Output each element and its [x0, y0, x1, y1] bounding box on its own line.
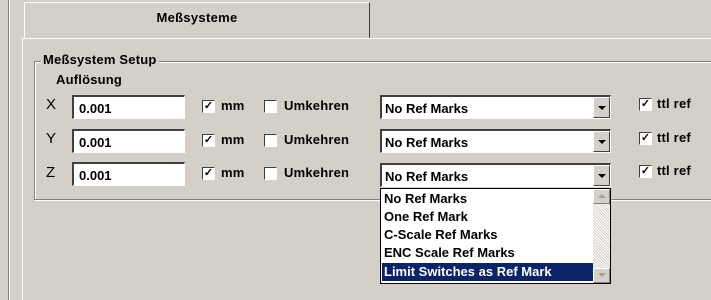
window-edge — [8, 0, 10, 300]
axis-label-x: X — [46, 96, 57, 113]
ttl-label-z: ttl ref — [657, 163, 691, 178]
ref-mode-dropdown-list[interactable]: No Ref Marks One Ref Mark C-Scale Ref Ma… — [380, 188, 611, 284]
mm-checkbox-x[interactable]: ✓ — [202, 100, 215, 113]
ref-mode-value-y: No Ref Marks — [385, 135, 469, 150]
mm-label-z: mm — [221, 165, 245, 180]
invert-label-x: Umkehren — [284, 98, 350, 113]
resolution-input-x[interactable]: 0.001 — [72, 95, 185, 119]
tab-strip — [370, 0, 711, 38]
dropdown-option[interactable]: No Ref Marks — [382, 190, 593, 208]
tab-messsysteme[interactable]: Meßsysteme — [24, 2, 370, 38]
settings-window: Meßsysteme Meßsystem Setup Auflösung X 0… — [0, 0, 711, 300]
resolution-label: Auflösung — [56, 72, 123, 87]
invert-checkbox-x[interactable] — [264, 100, 277, 113]
ttl-label-x: ttl ref — [657, 96, 691, 111]
ttl-checkbox-y[interactable]: ✓ — [639, 132, 652, 145]
ttl-checkbox-z[interactable]: ✓ — [639, 165, 652, 178]
ref-mode-select-y[interactable]: No Ref Marks — [380, 129, 611, 153]
chevron-down-icon[interactable] — [593, 165, 610, 186]
axis-label-y: Y — [46, 130, 57, 147]
chevron-down-icon[interactable] — [593, 131, 610, 152]
ref-mode-select-z[interactable]: No Ref Marks — [380, 163, 611, 187]
resolution-input-z[interactable]: 0.001 — [72, 162, 185, 186]
axis-label-z: Z — [46, 164, 56, 181]
invert-label-z: Umkehren — [284, 165, 350, 180]
scroll-up-icon[interactable] — [593, 189, 610, 204]
ref-mode-value-z: No Ref Marks — [385, 169, 469, 184]
ref-mode-select-x[interactable]: No Ref Marks — [380, 95, 611, 119]
invert-label-y: Umkehren — [284, 132, 350, 147]
ref-mode-value-x: No Ref Marks — [385, 101, 469, 116]
ttl-checkbox-x[interactable]: ✓ — [639, 98, 652, 111]
mm-checkbox-z[interactable]: ✓ — [202, 167, 215, 180]
dropdown-scrollbar[interactable] — [593, 189, 610, 283]
chevron-down-icon[interactable] — [593, 97, 610, 118]
dropdown-option-selected[interactable]: Limit Switches as Ref Mark — [382, 263, 593, 281]
dropdown-option[interactable]: One Ref Mark — [382, 208, 593, 226]
scroll-down-icon[interactable] — [593, 268, 610, 283]
ttl-label-y: ttl ref — [657, 130, 691, 145]
mm-label-x: mm — [221, 98, 245, 113]
dropdown-option[interactable]: ENC Scale Ref Marks — [382, 244, 593, 262]
group-title: Meßsystem Setup — [41, 52, 159, 67]
invert-checkbox-y[interactable] — [264, 134, 277, 147]
invert-checkbox-z[interactable] — [264, 167, 277, 180]
mm-label-y: mm — [221, 132, 245, 147]
mm-checkbox-y[interactable]: ✓ — [202, 134, 215, 147]
resolution-input-y[interactable]: 0.001 — [72, 129, 185, 153]
dropdown-option[interactable]: C-Scale Ref Marks — [382, 226, 593, 244]
